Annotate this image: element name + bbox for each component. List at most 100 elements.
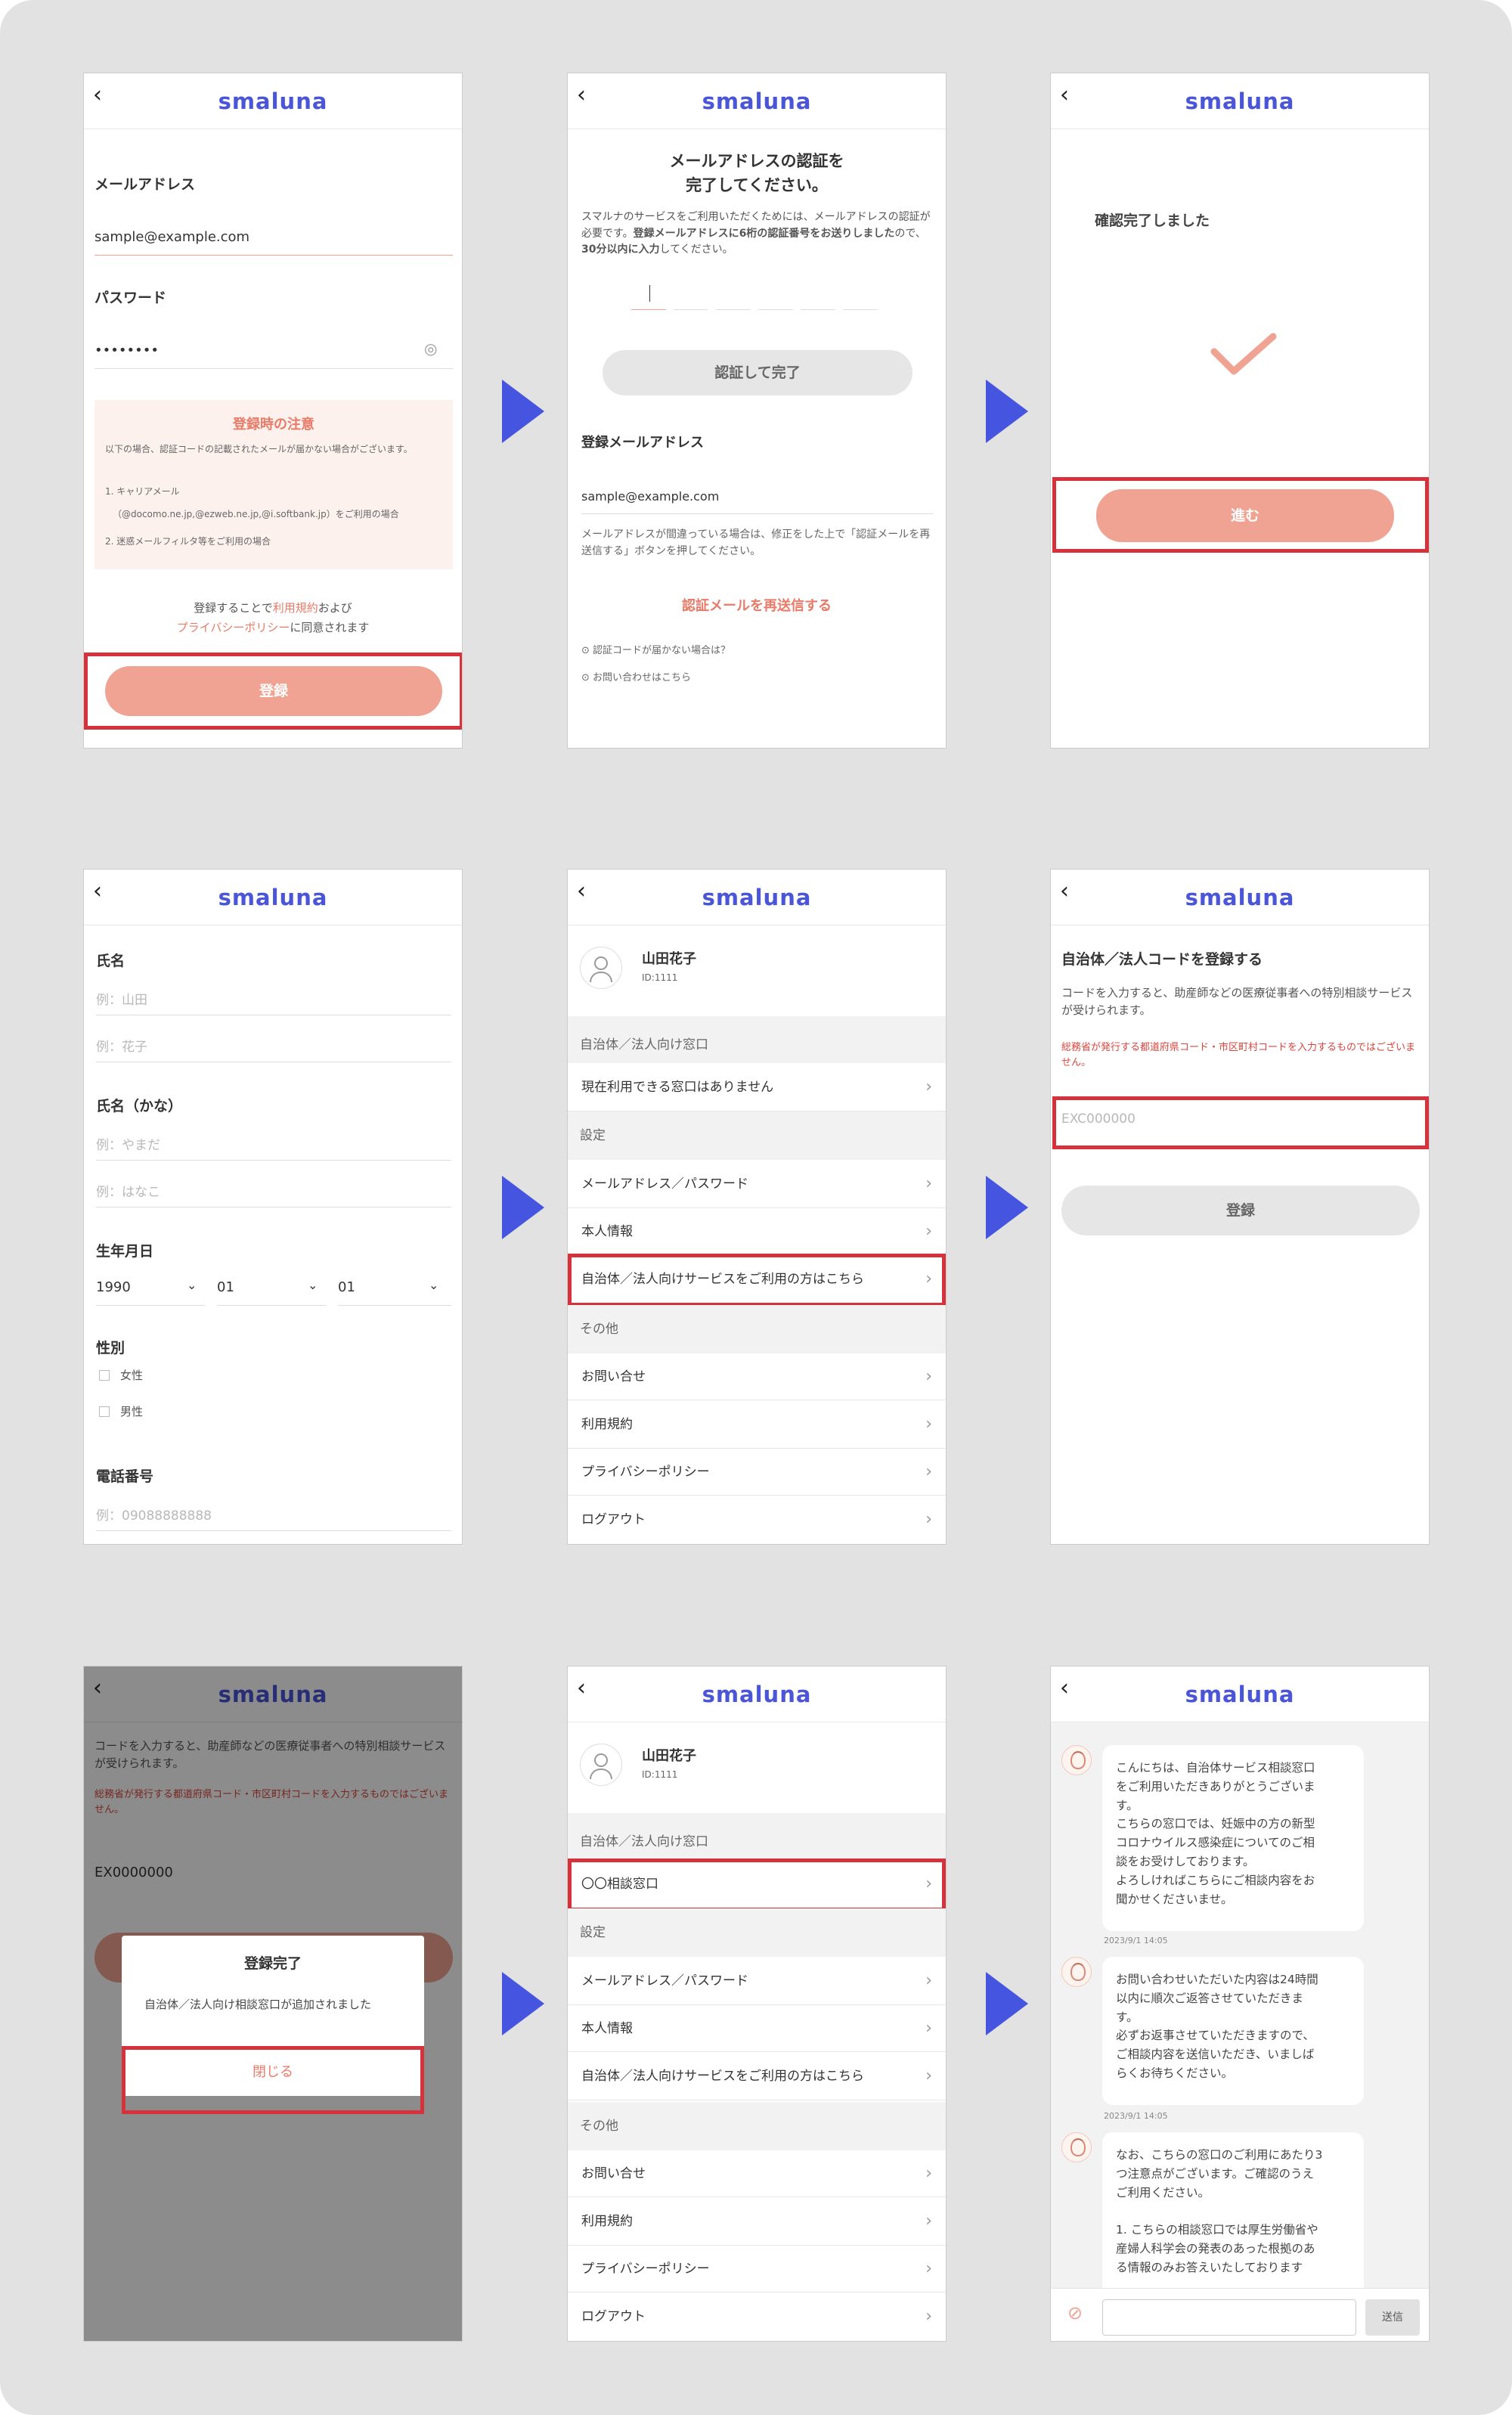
app-header: ‹ smaluna <box>1051 870 1429 925</box>
chevron-down-icon: ⌄ <box>308 1278 318 1292</box>
phone-label: 電話番号 <box>96 1468 154 1485</box>
resend-link[interactable]: 認証メールを再送信する <box>568 595 946 615</box>
menu-item-contact[interactable]: お問い合せ › <box>568 2150 946 2197</box>
chevron-right-icon: › <box>925 1174 932 1193</box>
kana-first-input[interactable]: 例：はなこ <box>96 1181 160 1200</box>
highlight-box <box>122 2046 424 2114</box>
section-settings: 設定 <box>568 1908 946 1957</box>
app-header: ‹ smaluna <box>568 73 946 129</box>
advisor-avatar <box>1061 2132 1092 2162</box>
screen-login-register: ‹ smaluna メールアドレス sample@example.com パスワ… <box>83 73 463 749</box>
menu-item-logout[interactable]: ログアウト › <box>568 2293 946 2341</box>
eye-off-icon[interactable]: ◎ <box>424 339 437 358</box>
field-underline <box>96 1160 451 1161</box>
message-input[interactable] <box>1102 2299 1356 2336</box>
field-underline <box>338 1305 451 1306</box>
menu-item-mail[interactable]: メールアドレス／パスワード › <box>568 1160 946 1208</box>
chevron-right-icon: › <box>925 1077 932 1096</box>
code-digit[interactable] <box>716 309 751 310</box>
row-label: プライバシーポリシー <box>581 1465 710 1480</box>
chevron-down-icon: ⌄ <box>429 1278 439 1292</box>
code-digit[interactable] <box>631 309 666 310</box>
first-name-input[interactable]: 例：花子 <box>96 1036 147 1055</box>
help-link-code[interactable]: ⊙ 認証コードが届かない場合は？ <box>581 642 730 656</box>
male-checkbox[interactable] <box>99 1406 110 1417</box>
chevron-right-icon: › <box>925 1510 932 1529</box>
app-header: ‹ smaluna <box>1051 1666 1429 1722</box>
question-icon: ⊙ <box>581 672 593 684</box>
menu-item-privacy[interactable]: プライバシーポリシー › <box>568 1449 946 1496</box>
desc-bold: 30分以内に入力 <box>581 243 660 256</box>
menu-item-profile[interactable]: 本人情報 › <box>568 1208 946 1255</box>
password-underline <box>94 368 453 369</box>
menu-item-corp-service[interactable]: 自治体／法人向けサービスをご利用の方はこちら › <box>568 2052 946 2100</box>
menu-item-contact[interactable]: お問い合せ › <box>568 1353 946 1400</box>
email-field[interactable]: sample@example.com <box>94 229 249 245</box>
menu-item-terms[interactable]: 利用規約 › <box>568 2197 946 2246</box>
app-header: ‹ smaluna <box>1051 73 1429 129</box>
row-label: 本人情報 <box>581 2021 633 2036</box>
done-message: 確認完了しました <box>1095 212 1210 229</box>
code-digit[interactable] <box>674 309 708 310</box>
flow-arrow <box>502 1176 544 1239</box>
code-digit[interactable] <box>801 309 835 310</box>
highlight-box <box>568 1254 946 1307</box>
month-select[interactable]: 01 <box>217 1279 234 1295</box>
chat-input-bar: ⊘ 送信 <box>1051 2288 1429 2341</box>
desc-bold: 登録メールアドレスに6桁の認証番号をお送りしました <box>633 227 895 240</box>
chevron-right-icon: › <box>925 2164 932 2183</box>
code-digit[interactable] <box>843 309 878 310</box>
menu-item-privacy[interactable]: プライバシーポリシー › <box>568 2246 946 2293</box>
app-logo: smaluna <box>1185 1682 1295 1707</box>
password-field[interactable]: •••••••• <box>94 343 159 358</box>
send-button[interactable]: 送信 <box>1365 2299 1420 2336</box>
agreement-line-2: プライバシーポリシーに同意されます <box>84 619 462 635</box>
text-cursor <box>649 285 650 302</box>
modal-title: 登録完了 <box>243 1955 302 1972</box>
female-checkbox[interactable] <box>99 1370 110 1381</box>
menu-item-profile[interactable]: 本人情報 › <box>568 2005 946 2052</box>
modal-message: 自治体／法人向け相談窓口が追加されました <box>144 1998 372 2011</box>
row-label: ログアウト <box>581 2309 646 2324</box>
menu-item-logout[interactable]: ログアウト › <box>568 1496 946 1544</box>
flow-arrow <box>986 1972 1028 2035</box>
password-label: パスワード <box>94 290 167 306</box>
day-select[interactable]: 01 <box>338 1279 355 1295</box>
last-name-input[interactable]: 例：山田 <box>96 989 147 1008</box>
user-name: 山田花子 <box>642 951 696 967</box>
menu-item-mail[interactable]: メールアドレス／パスワード › <box>568 1957 946 2005</box>
screen-profile-form: ‹ smaluna 氏名 例：山田 例：花子 氏名（かな） 例：やまだ 例：はな… <box>83 869 463 1545</box>
reg-email-underline <box>581 513 934 514</box>
app-header: ‹ smaluna <box>84 870 462 925</box>
help-link-contact[interactable]: ⊙ お問い合わせはこちら <box>581 669 691 684</box>
menu-item-terms[interactable]: 利用規約 › <box>568 1400 946 1449</box>
row-label: 自治体／法人向けサービスをご利用の方はこちら <box>581 2069 864 2084</box>
gender-label: 性別 <box>96 1340 125 1356</box>
verify-button[interactable]: 認証して完了 <box>603 350 912 395</box>
field-underline <box>96 1207 451 1208</box>
field-underline <box>217 1305 326 1306</box>
paperclip-icon[interactable]: ⊘ <box>1067 2302 1083 2324</box>
message-timestamp: 2023/9/1 14:05 <box>1104 1936 1168 1945</box>
notice-item-1: 1. キャリアメール <box>105 486 180 497</box>
reg-email-field[interactable]: sample@example.com <box>581 489 719 504</box>
notice-text: 以下の場合、認証コードの記載されたメールが届かない場合がございます。 <box>105 444 413 454</box>
app-logo: smaluna <box>1185 885 1295 910</box>
email-label: メールアドレス <box>94 176 196 193</box>
privacy-link[interactable]: プライバシーポリシー <box>177 621 290 634</box>
year-select[interactable]: 1990 <box>96 1279 131 1295</box>
flow-arrow <box>502 1972 544 2035</box>
code-digit[interactable] <box>758 309 793 310</box>
terms-link[interactable]: 利用規約 <box>273 601 318 615</box>
phone-input[interactable]: 例：09088888888 <box>96 1505 212 1524</box>
app-logo: smaluna <box>218 88 328 114</box>
male-label: 男性 <box>120 1405 144 1418</box>
checkmark-icon <box>1210 333 1277 375</box>
flow-diagram: ‹ smaluna メールアドレス sample@example.com パスワ… <box>0 0 1512 2415</box>
app-header: ‹ smaluna <box>84 73 462 129</box>
app-logo: smaluna <box>1185 88 1295 114</box>
register-button[interactable]: 登録 <box>1061 1186 1420 1235</box>
flow-arrow <box>502 380 544 443</box>
app-logo: smaluna <box>218 885 328 910</box>
kana-last-input[interactable]: 例：やまだ <box>96 1134 160 1153</box>
